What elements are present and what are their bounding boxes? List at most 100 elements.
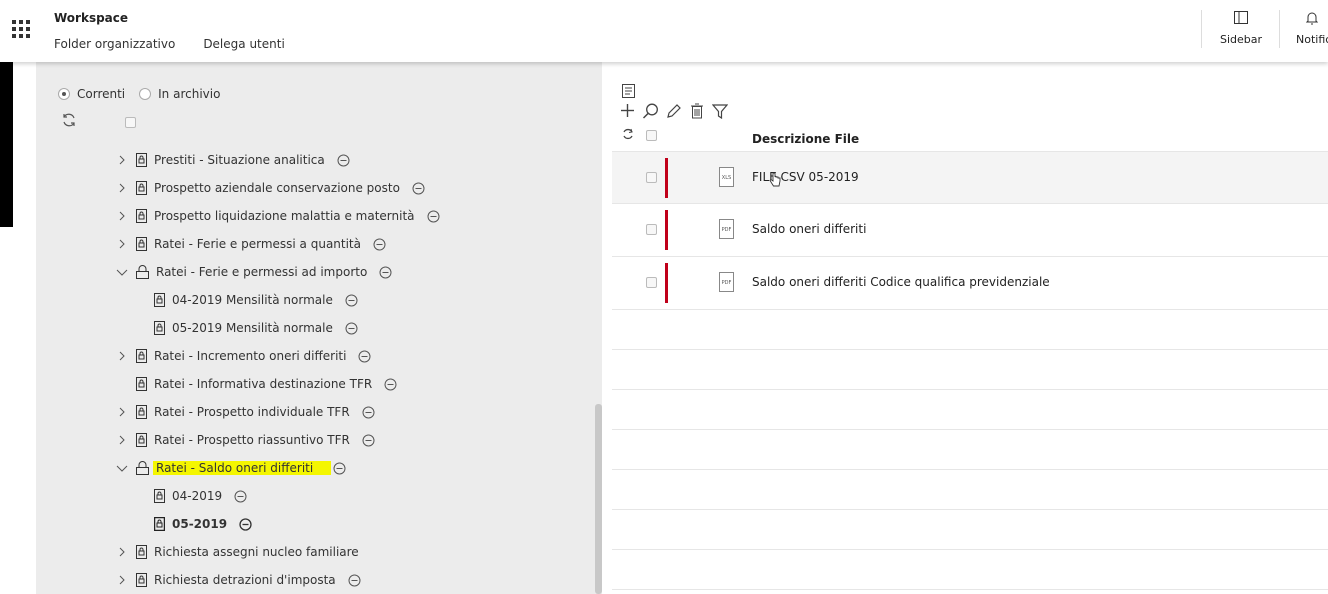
tree-node-expanded[interactable]: Ratei - Ferie e permessi ad importo xyxy=(116,263,392,281)
settings-icon[interactable] xyxy=(373,238,386,251)
empty-row-divider xyxy=(612,549,1328,550)
settings-icon[interactable] xyxy=(333,462,346,475)
tree-node[interactable]: Ratei - Ferie e permessi a quantità xyxy=(116,235,386,253)
chevron-right-icon[interactable] xyxy=(116,575,128,585)
pdf-file-icon: PDF xyxy=(719,272,734,295)
tree-node[interactable]: Ratei - Incremento oneri differiti xyxy=(116,347,371,365)
tree-node[interactable]: Prospetto liquidazione malattia e matern… xyxy=(116,207,440,225)
tree-node-label[interactable]: Prospetto liquidazione malattia e matern… xyxy=(154,209,415,223)
file-name[interactable]: FILE CSV 05-2019 xyxy=(752,170,859,184)
tree-node-label[interactable]: Prospetto aziendale conservazione posto xyxy=(154,181,400,195)
chevron-right-icon[interactable] xyxy=(116,407,128,417)
chevron-right-icon[interactable] xyxy=(116,435,128,445)
chevron-right-icon[interactable] xyxy=(116,351,128,361)
notifications-button[interactable]: Notifiche xyxy=(1296,11,1328,46)
tree-node-label[interactable]: Richiesta detrazioni d'imposta xyxy=(154,573,336,587)
edit-icon[interactable] xyxy=(666,103,681,119)
nav-folder-organizzativo[interactable]: Folder organizzativo xyxy=(54,37,175,51)
select-all-files-checkbox[interactable] xyxy=(646,130,657,141)
chevron-down-icon[interactable] xyxy=(116,269,128,276)
settings-icon[interactable] xyxy=(384,378,397,391)
tree-node-label[interactable]: Ratei - Prospetto individuale TFR xyxy=(154,405,350,419)
settings-icon[interactable] xyxy=(337,154,350,167)
tree-node-child-selected[interactable]: 05-2019 xyxy=(134,515,252,533)
chevron-right-icon[interactable] xyxy=(116,239,128,249)
chevron-down-icon[interactable] xyxy=(116,465,128,472)
file-row[interactable]: PDF Saldo oneri differiti Codice qualifi… xyxy=(612,257,1328,310)
settings-icon[interactable] xyxy=(345,322,358,335)
radio-correnti-dot[interactable] xyxy=(58,88,70,100)
tree-node-expanded-highlighted[interactable]: Ratei - Saldo oneri differiti xyxy=(116,459,346,477)
chevron-right-icon[interactable] xyxy=(116,183,128,193)
row-checkbox[interactable] xyxy=(646,224,657,235)
tree-node[interactable]: Ratei - Informativa destinazione TFR xyxy=(116,375,397,393)
chevron-right-icon[interactable] xyxy=(116,155,128,165)
tree-node-label[interactable]: 05-2019 Mensilità normale xyxy=(172,321,333,335)
tree-node-label[interactable]: Ratei - Informativa destinazione TFR xyxy=(154,377,372,391)
file-row[interactable]: PDF Saldo oneri differiti xyxy=(612,204,1328,257)
settings-icon[interactable] xyxy=(362,406,375,419)
settings-icon[interactable] xyxy=(234,490,247,503)
settings-icon[interactable] xyxy=(358,350,371,363)
tree-node-label[interactable]: 05-2019 xyxy=(172,517,227,531)
tree-node-child[interactable]: 05-2019 Mensilità normale xyxy=(134,319,358,337)
add-icon[interactable] xyxy=(620,103,635,118)
search-icon[interactable] xyxy=(642,103,659,119)
settings-icon[interactable] xyxy=(362,434,375,447)
row-checkbox[interactable] xyxy=(646,277,657,288)
refresh-icon[interactable] xyxy=(61,112,77,131)
tree-node-child[interactable]: 04-2019 xyxy=(134,487,247,505)
column-descrizione-file[interactable]: Descrizione File xyxy=(752,132,859,146)
status-bar xyxy=(665,263,668,303)
radio-in-archivio[interactable]: In archivio xyxy=(139,87,220,101)
sidebar-icon xyxy=(1220,11,1262,27)
tree-scrollbar[interactable] xyxy=(595,404,602,594)
document-icon xyxy=(136,153,147,167)
reload-icon[interactable] xyxy=(622,128,634,140)
details-icon[interactable] xyxy=(622,84,635,98)
delete-icon[interactable] xyxy=(690,103,704,119)
chevron-right-icon[interactable] xyxy=(116,211,128,221)
select-all-checkbox[interactable] xyxy=(125,117,136,128)
sidebar-button[interactable]: Sidebar xyxy=(1220,11,1262,46)
tree-node[interactable]: Prospetto aziendale conservazione posto xyxy=(116,179,425,197)
empty-row-divider xyxy=(612,589,1328,590)
radio-in-archivio-dot[interactable] xyxy=(139,88,152,100)
tree-node[interactable]: Ratei - Prospetto individuale TFR xyxy=(116,403,375,421)
empty-row-divider xyxy=(612,389,1328,390)
tree-node-label[interactable]: 04-2019 Mensilità normale xyxy=(172,293,333,307)
tree-node-label[interactable]: Ratei - Ferie e permessi ad importo xyxy=(156,265,367,279)
row-checkbox[interactable] xyxy=(646,172,657,183)
chevron-right-icon[interactable] xyxy=(116,547,128,557)
settings-icon[interactable] xyxy=(379,266,392,279)
tree-node[interactable]: Richiesta detrazioni d'imposta xyxy=(116,571,361,589)
settings-icon[interactable] xyxy=(345,294,358,307)
tree-node-label[interactable]: Richiesta assegni nucleo familiare xyxy=(154,545,359,559)
tree-node-label[interactable]: 04-2019 xyxy=(172,489,222,503)
tree-node-label[interactable]: Ratei - Saldo oneri differiti xyxy=(153,461,332,475)
nav-delega-utenti[interactable]: Delega utenti xyxy=(203,37,284,51)
tree-node-label[interactable]: Prestiti - Situazione analitica xyxy=(154,153,325,167)
tree-node[interactable]: Ratei - Prospetto riassuntivo TFR xyxy=(116,431,375,449)
file-row[interactable]: XLS FILE CSV 05-2019 xyxy=(612,151,1328,204)
tree-node-child[interactable]: 04-2019 Mensilità normale xyxy=(134,291,358,309)
file-list-panel: Descrizione File XLS FILE CSV 05-2019 PD… xyxy=(612,62,1328,594)
settings-icon[interactable] xyxy=(239,517,252,531)
document-icon xyxy=(136,181,147,195)
tree-node[interactable]: Prestiti - Situazione analitica xyxy=(116,151,350,169)
tree-node-label[interactable]: Ratei - Ferie e permessi a quantità xyxy=(154,237,361,251)
settings-icon[interactable] xyxy=(412,182,425,195)
settings-icon[interactable] xyxy=(427,210,440,223)
settings-icon[interactable] xyxy=(348,574,361,587)
tree-node-label[interactable]: Ratei - Incremento oneri differiti xyxy=(154,349,346,363)
file-name[interactable]: Saldo oneri differiti Codice qualifica p… xyxy=(752,275,1050,289)
svg-text:PDF: PDF xyxy=(722,280,732,286)
lock-icon xyxy=(136,461,149,475)
tree-node-label[interactable]: Ratei - Prospetto riassuntivo TFR xyxy=(154,433,350,447)
apps-grid-icon[interactable] xyxy=(12,20,30,38)
filter-icon[interactable] xyxy=(712,104,728,119)
tree-node[interactable]: Richiesta assegni nucleo familiare xyxy=(116,543,359,561)
radio-correnti[interactable]: Correnti xyxy=(58,87,125,101)
file-name[interactable]: Saldo oneri differiti xyxy=(752,222,866,236)
xls-file-icon: XLS xyxy=(719,167,734,190)
